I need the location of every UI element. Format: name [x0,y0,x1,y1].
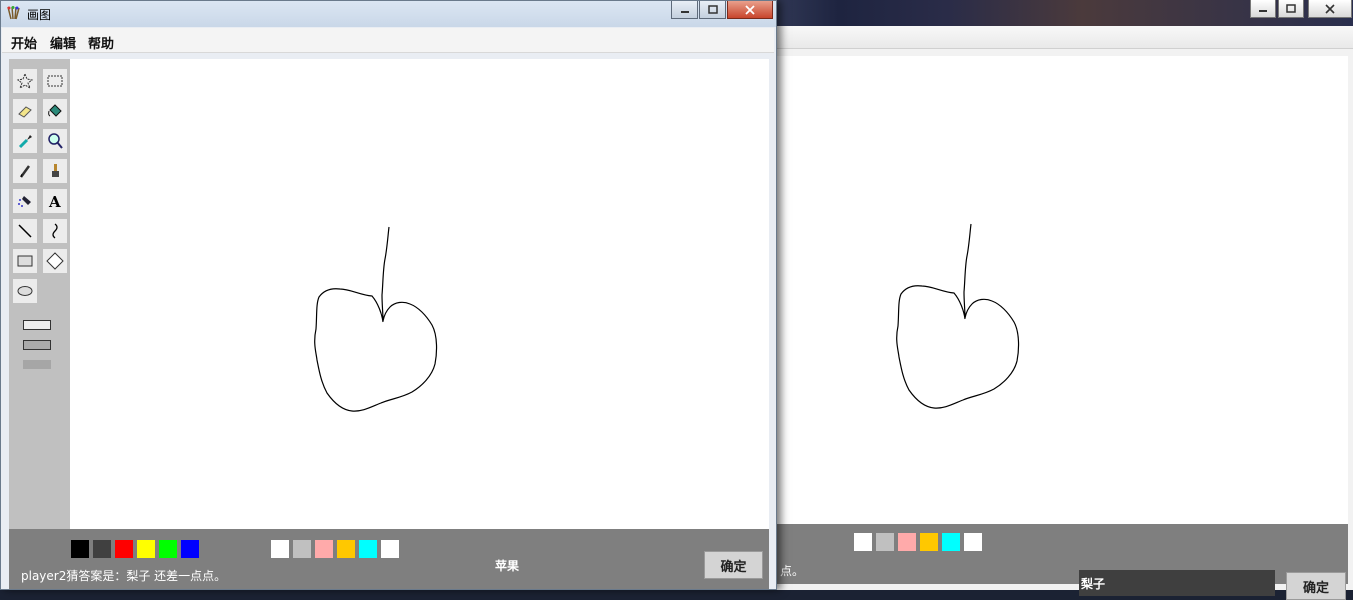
fill-bucket-tool[interactable] [43,99,67,123]
palette-swatch-red[interactable] [115,540,133,558]
palette-swatch[interactable] [964,533,982,551]
menu-help[interactable]: 帮助 [88,33,114,52]
brush-icon [52,164,59,177]
palette-swatch-cyan[interactable] [359,540,377,558]
target-word: 苹果 [495,559,520,573]
maximize-icon [707,5,718,14]
line-width-thin[interactable] [23,320,51,330]
palette-swatch-white-2[interactable] [381,540,399,558]
guesser-status-text: 点。 [780,564,805,578]
menu-edit[interactable]: 编辑 [50,33,76,52]
confirm-button[interactable]: 确定 [704,551,763,579]
fill-bucket-icon [48,104,62,117]
confirm-button[interactable]: 确定 [1286,572,1346,600]
line-width-medium[interactable] [23,340,51,350]
palette-swatch-pink[interactable] [315,540,333,558]
palette-swatch-black[interactable] [71,540,89,558]
magnifier-tool[interactable] [43,129,67,153]
guesser-body: 点。 确定 [772,26,1353,600]
ellipse-tool[interactable] [13,279,37,303]
guesser-menubar [772,26,1353,49]
curve-tool[interactable] [43,219,67,243]
paint-app-icon [7,6,20,20]
airbrush-icon [18,196,31,207]
airbrush-tool[interactable] [13,189,37,213]
minimize-icon [680,10,689,13]
maximize-icon [1286,4,1296,13]
guesser-bottom-panel: 点。 确定 [772,524,1348,600]
palette-swatch-blue[interactable] [181,540,199,558]
guesser-titlebar [772,0,1353,26]
menu-bar: 开始 编辑 帮助 [2,28,774,53]
palette-swatch-green[interactable] [159,540,177,558]
minimize-icon [1259,9,1267,12]
rect-select-tool[interactable] [43,69,67,93]
guesser-window: 点。 确定 [772,0,1353,600]
palette-swatch-white[interactable] [271,540,289,558]
drawing-apple [314,226,438,412]
line-width-thick[interactable] [23,360,51,369]
palette-swatch-yellow[interactable] [137,540,155,558]
ellipse-icon [17,286,33,296]
menu-start[interactable]: 开始 [11,33,37,52]
rectangle-tool[interactable] [13,249,37,273]
pencil-icon [19,165,31,178]
guess-input[interactable] [1079,570,1275,596]
free-select-icon [16,72,34,90]
maximize-button[interactable] [699,1,726,19]
color-picker-tool[interactable] [13,129,37,153]
free-select-tool[interactable] [13,69,37,93]
drawing-apple [896,223,1020,409]
text-icon: A [48,193,61,210]
close-icon [745,4,755,15]
guesser-canvas [772,56,1348,528]
eraser-tool[interactable] [13,99,37,123]
guess-status-text: player2猜答案是：梨子 还差一点点。 [21,569,227,583]
palette-swatch-dark-gray[interactable] [93,540,111,558]
minimize-button[interactable] [1250,0,1276,18]
painter-titlebar: 画图 [1,1,776,27]
palette-swatch[interactable] [920,533,938,551]
maximize-button[interactable] [1278,0,1304,18]
window-title: 画图 [27,8,52,22]
rect-select-icon [47,75,63,87]
polygon-tool[interactable] [43,249,67,273]
painter-bottom-panel: 苹果 player2猜答案是：梨子 还差一点点。 确定 [9,529,769,589]
close-button[interactable] [1308,0,1352,18]
palette-swatch-orange[interactable] [337,540,355,558]
palette-swatch[interactable] [876,533,894,551]
palette-swatch[interactable] [942,533,960,551]
palette-swatch[interactable] [854,533,872,551]
drawing-canvas[interactable] [70,59,769,529]
close-button[interactable] [727,1,773,19]
palette-swatch[interactable] [898,533,916,551]
pencil-tool[interactable] [13,159,37,183]
magnifier-icon [48,133,63,149]
minimize-button[interactable] [671,1,698,19]
polygon-icon [46,252,64,270]
painter-client-area: A 苹果 player2猜答案是：梨子 还差一点点。 确定 [9,59,769,589]
palette-swatch-light-gray[interactable] [293,540,311,558]
close-icon [1325,3,1335,14]
brush-tool[interactable] [43,159,67,183]
line-tool[interactable] [13,219,37,243]
eraser-icon [18,106,32,118]
color-picker-icon [18,135,32,149]
painter-window: 画图 开始 编辑 帮助 A 苹果 player2猜答案是：梨子 还差一点点。 确… [0,0,777,590]
svg-text:A: A [48,193,61,210]
text-tool[interactable]: A [43,189,67,213]
toolbox: A [9,59,70,529]
curve-icon [52,223,58,239]
line-icon [18,224,32,238]
rectangle-icon [17,255,33,267]
